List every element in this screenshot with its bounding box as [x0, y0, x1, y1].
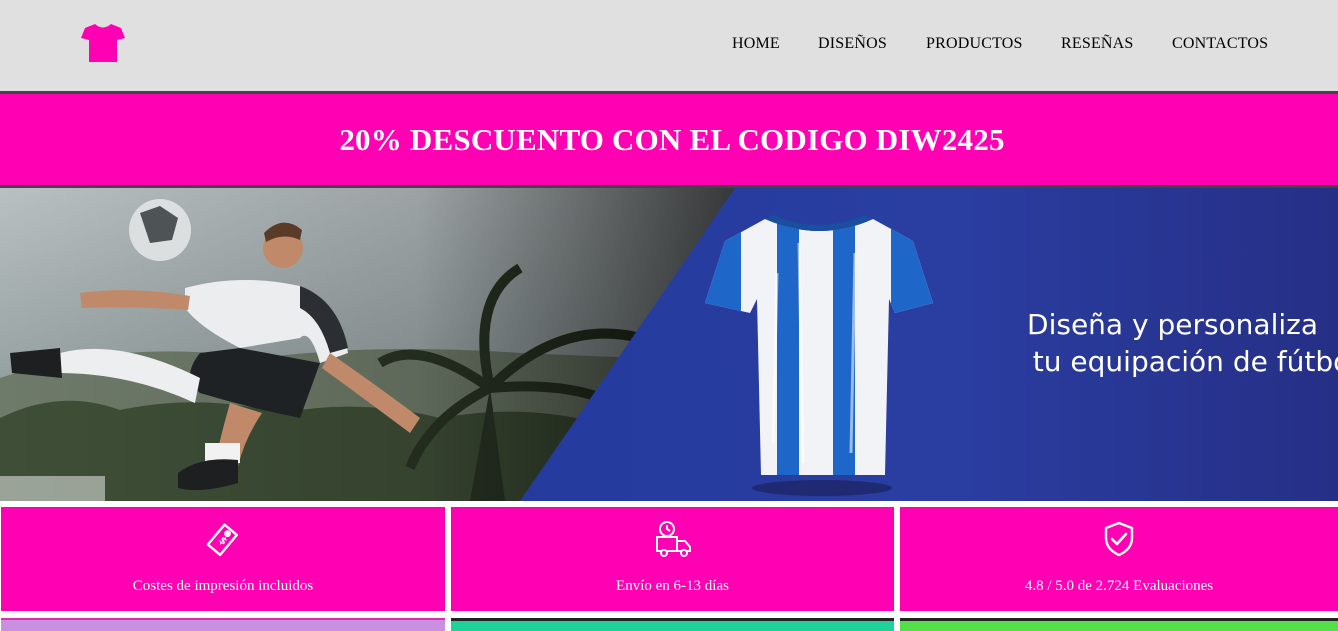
jersey-image: [705, 215, 933, 496]
hero-line-2: tu equipación de fútbol: [1032, 345, 1338, 378]
delivery-truck-icon: [655, 521, 691, 557]
price-tag-icon: $: [206, 523, 239, 557]
nav-home[interactable]: HOME: [732, 35, 780, 53]
nav-productos[interactable]: PRODUCTOS: [926, 35, 1023, 53]
nav-disenos[interactable]: DISEÑOS: [818, 35, 887, 53]
feature-card-reviews: 4.8 / 5.0 de 2.724 Evaluaciones: [900, 507, 1338, 611]
category-card-1[interactable]: [1, 618, 445, 631]
nav-resenas[interactable]: RESEÑAS: [1061, 35, 1134, 53]
feature-label-printing: Costes de impresión incluidos: [132, 578, 314, 594]
feature-card-printing: $ Costes de impresión incluidos: [1, 507, 445, 611]
nav-contactos[interactable]: CONTACTOS: [1172, 35, 1268, 53]
hero-line-1: Diseña y personaliza: [1027, 308, 1318, 341]
hero-headline: Diseña y personaliza tu equipación de fú…: [960, 306, 1338, 380]
category-card-2[interactable]: [451, 618, 894, 631]
shield-check-icon: [1104, 521, 1134, 557]
site-header: HOME DISEÑOS PRODUCTOS RESEÑAS CONTACTOS: [0, 0, 1338, 91]
feature-label-reviews: 4.8 / 5.0 de 2.724 Evaluaciones: [1024, 578, 1214, 594]
main-nav: HOME DISEÑOS PRODUCTOS RESEÑAS CONTACTOS: [0, 35, 1338, 55]
promo-text: 20% DESCUENTO CON EL CODIGO DIW2425: [339, 121, 1005, 157]
feature-label-shipping: Envío en 6-13 días: [616, 578, 729, 594]
promo-banner: 20% DESCUENTO CON EL CODIGO DIW2425: [0, 91, 1338, 188]
feature-card-shipping: Envío en 6-13 días: [451, 507, 894, 611]
hero-banner: Diseña y personaliza tu equipación de fú…: [0, 188, 1338, 501]
category-card-3[interactable]: [900, 618, 1338, 631]
